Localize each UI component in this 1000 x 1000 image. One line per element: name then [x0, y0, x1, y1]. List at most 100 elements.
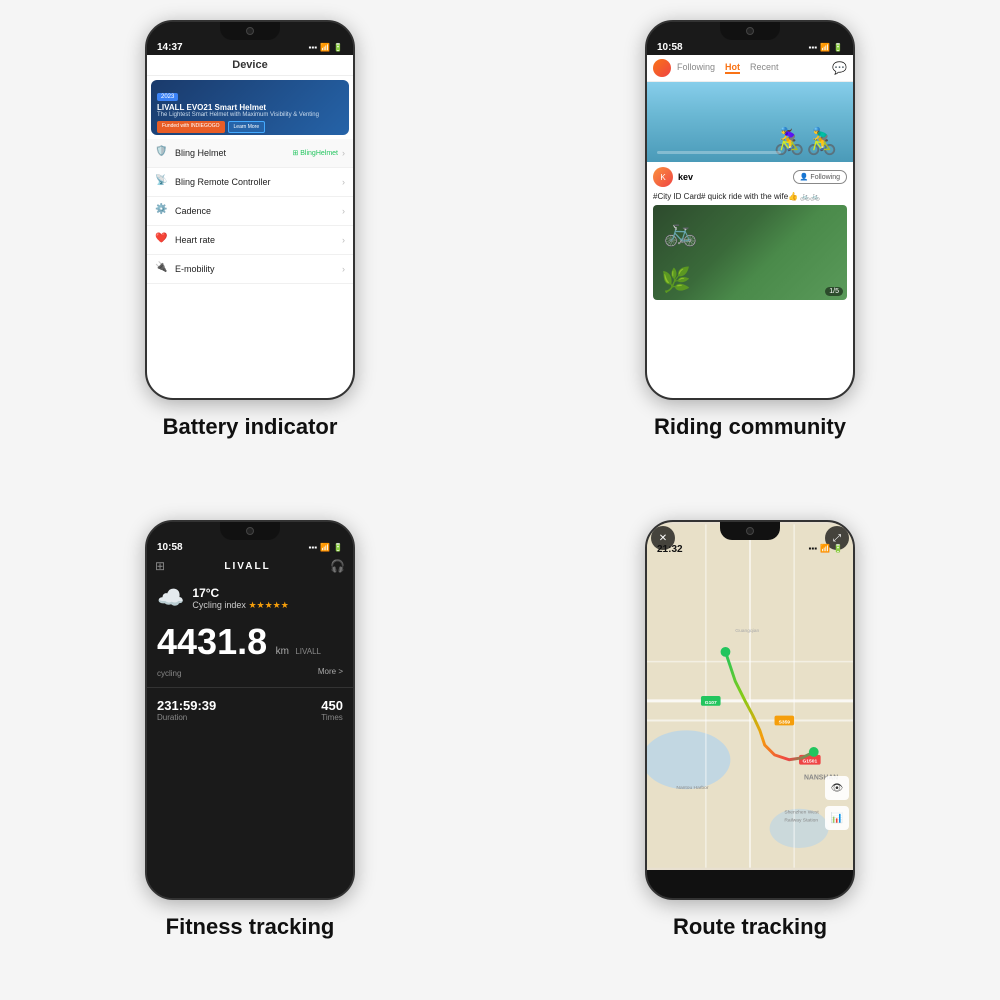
- hero-image: 🚴‍♀️🚴‍♂️: [647, 82, 853, 162]
- cell-community: 10:58 ▪▪▪ 📶 🔋 Following Hot Recent 💬: [500, 0, 1000, 500]
- duration-value: 231:59:39: [157, 698, 216, 713]
- svg-text:G107: G107: [705, 700, 717, 706]
- emobility-icon: 🔌: [155, 262, 169, 276]
- user-avatar-header: [653, 59, 671, 77]
- cadence-icon: ⚙️: [155, 204, 169, 218]
- caption-community: Riding community: [654, 414, 846, 440]
- status-icons-2: ▪▪▪ 📶 🔋: [809, 43, 843, 52]
- signal-icon-4: ▪▪▪: [809, 544, 818, 553]
- post-avatar: K: [653, 167, 673, 187]
- caption-battery: Battery indicator: [163, 414, 338, 440]
- duration-stat: 231:59:39 Duration: [157, 698, 216, 722]
- banner-title: LIVALL EVO21 Smart Helmet: [157, 103, 343, 112]
- device-item-heartrate[interactable]: ❤️ Heart rate ›: [147, 226, 353, 255]
- stats-section: 231:59:39 Duration 450 Times: [147, 688, 353, 722]
- device-item-cadence[interactable]: ⚙️ Cadence ›: [147, 197, 353, 226]
- helmet-badge: ⊞ BlingHelmet: [292, 149, 338, 157]
- time-3: 10:58: [157, 542, 183, 553]
- svg-text:S359: S359: [779, 719, 791, 725]
- temperature: 17°C: [192, 586, 288, 600]
- distance-number: 4431.8: [157, 621, 267, 662]
- indiegogo-btn[interactable]: Funded with INDIEGOGO: [157, 121, 225, 133]
- svg-text:Shenzhen West: Shenzhen West: [784, 810, 819, 816]
- stars-rating: ★★★★★: [248, 600, 288, 610]
- device-header: Device: [147, 55, 353, 76]
- helmet-label: Bling Helmet: [175, 148, 292, 158]
- chart-button[interactable]: 📊: [825, 806, 849, 830]
- community-tabs: Following Hot Recent: [677, 62, 832, 74]
- bike-emoji: 🚲: [663, 215, 698, 248]
- signal-icon-2: ▪▪▪: [809, 43, 818, 52]
- device-item-helmet[interactable]: 🛡️ Bling Helmet ⊞ BlingHelmet ›: [147, 139, 353, 168]
- battery-icon-2: 🔋: [833, 43, 843, 52]
- caption-fitness: Fitness tracking: [166, 914, 335, 940]
- weather-section: ☁️ 17°C Cycling index ★★★★★: [147, 577, 353, 615]
- status-icons-1: ▪▪▪ 📶 🔋: [309, 43, 343, 52]
- battery-icon: 🔋: [333, 43, 343, 52]
- image-counter: 1/5: [825, 287, 843, 296]
- tab-recent[interactable]: Recent: [750, 62, 779, 74]
- time-4: 21:32: [657, 542, 683, 555]
- svg-text:Nantou Harbor: Nantou Harbor: [676, 785, 708, 791]
- camera-notch-3: [246, 527, 254, 535]
- signal-icon-3: ▪▪▪: [309, 543, 318, 552]
- times-stat: 450 Times: [321, 698, 343, 722]
- device-list: 🛡️ Bling Helmet ⊞ BlingHelmet › 📡 Bling …: [147, 139, 353, 284]
- phone-route: 21:32 ▪▪▪ 📶 🔋: [645, 520, 855, 900]
- cell-battery: 14:37 ▪▪▪ 📶 🔋 Device 2023 LIVALL EVO21 S…: [0, 0, 500, 500]
- map-right-controls: 👁 📊: [825, 776, 849, 830]
- cycling-index-row: Cycling index ★★★★★: [192, 600, 288, 611]
- phone3-screen: ⊞ LIVALL 🎧 ☁️ 17°C Cycling index ★★★★★: [147, 555, 353, 900]
- heart-icon: ❤️: [155, 233, 169, 247]
- distance-section: 4431.8 km LIVALL cycling More >: [147, 615, 353, 688]
- camera-notch: [246, 27, 254, 35]
- battery-icon-3: 🔋: [333, 543, 343, 552]
- caption-route: Route tracking: [673, 914, 827, 940]
- learn-more-btn[interactable]: Learn More: [228, 121, 266, 133]
- eye-button[interactable]: 👁: [825, 776, 849, 800]
- phone-fitness: 10:58 ▪▪▪ 📶 🔋 ⊞ LIVALL 🎧 ☁️ 17°C: [145, 520, 355, 900]
- status-icons-4: ▪▪▪ 📶 🔋: [809, 544, 843, 553]
- svg-text:G1501: G1501: [802, 759, 817, 765]
- post-image: 🚲 🌿 1/5: [653, 205, 847, 300]
- battery-icon-4: 🔋: [833, 544, 843, 553]
- time-2: 10:58: [657, 42, 683, 53]
- post-username: kev: [678, 172, 793, 182]
- banner-sub: The Lightest Smart Helmet with Maximum V…: [157, 112, 343, 118]
- chat-icon[interactable]: 💬: [832, 61, 847, 75]
- device-item-emobility[interactable]: 🔌 E-mobility ›: [147, 255, 353, 284]
- post-text: #City ID Card# quick ride with the wife👍…: [647, 192, 853, 205]
- device-banner: 2023 LIVALL EVO21 Smart Helmet The Light…: [151, 80, 349, 135]
- more-link[interactable]: More >: [318, 667, 343, 676]
- phone-community: 10:58 ▪▪▪ 📶 🔋 Following Hot Recent 💬: [645, 20, 855, 400]
- remote-label: Bling Remote Controller: [175, 177, 342, 187]
- svg-text:Guangqian: Guangqian: [735, 628, 759, 634]
- follow-button[interactable]: 👤 Following: [793, 170, 847, 184]
- svg-text:Railway Station: Railway Station: [784, 818, 818, 824]
- duration-label: Duration: [157, 713, 216, 722]
- device-item-remote[interactable]: 📡 Bling Remote Controller ›: [147, 168, 353, 197]
- arrow-icon-2: ›: [342, 177, 345, 187]
- signal-icon: ▪▪▪: [309, 43, 318, 52]
- heart-label: Heart rate: [175, 235, 342, 245]
- camera-notch-2: [746, 27, 754, 35]
- wifi-icon-3: 📶: [320, 543, 330, 552]
- phone4-screen: 21:32 ▪▪▪ 📶 🔋: [647, 522, 853, 870]
- cell-fitness: 10:58 ▪▪▪ 📶 🔋 ⊞ LIVALL 🎧 ☁️ 17°C: [0, 500, 500, 1000]
- tab-hot[interactable]: Hot: [725, 62, 740, 74]
- status-icons-3: ▪▪▪ 📶 🔋: [309, 543, 343, 552]
- fit-headphone-icon[interactable]: 🎧: [330, 559, 345, 573]
- cyclists-emoji: 🚴‍♀️🚴‍♂️: [773, 126, 838, 157]
- cloud-icon: ☁️: [157, 585, 184, 611]
- community-header: Following Hot Recent 💬: [647, 55, 853, 82]
- remote-icon: 📡: [155, 175, 169, 189]
- fit-menu-icon[interactable]: ⊞: [155, 559, 165, 573]
- camera-notch-4: [746, 527, 754, 535]
- time-1: 14:37: [157, 42, 183, 53]
- banner-year: 2023: [157, 93, 178, 101]
- phone2-screen: Following Hot Recent 💬 🚴‍♀️🚴‍♂️ K kev �: [647, 55, 853, 400]
- arrow-icon: ›: [342, 148, 345, 158]
- arrow-icon-4: ›: [342, 235, 345, 245]
- tab-following[interactable]: Following: [677, 62, 715, 74]
- fitness-header: ⊞ LIVALL 🎧: [147, 555, 353, 577]
